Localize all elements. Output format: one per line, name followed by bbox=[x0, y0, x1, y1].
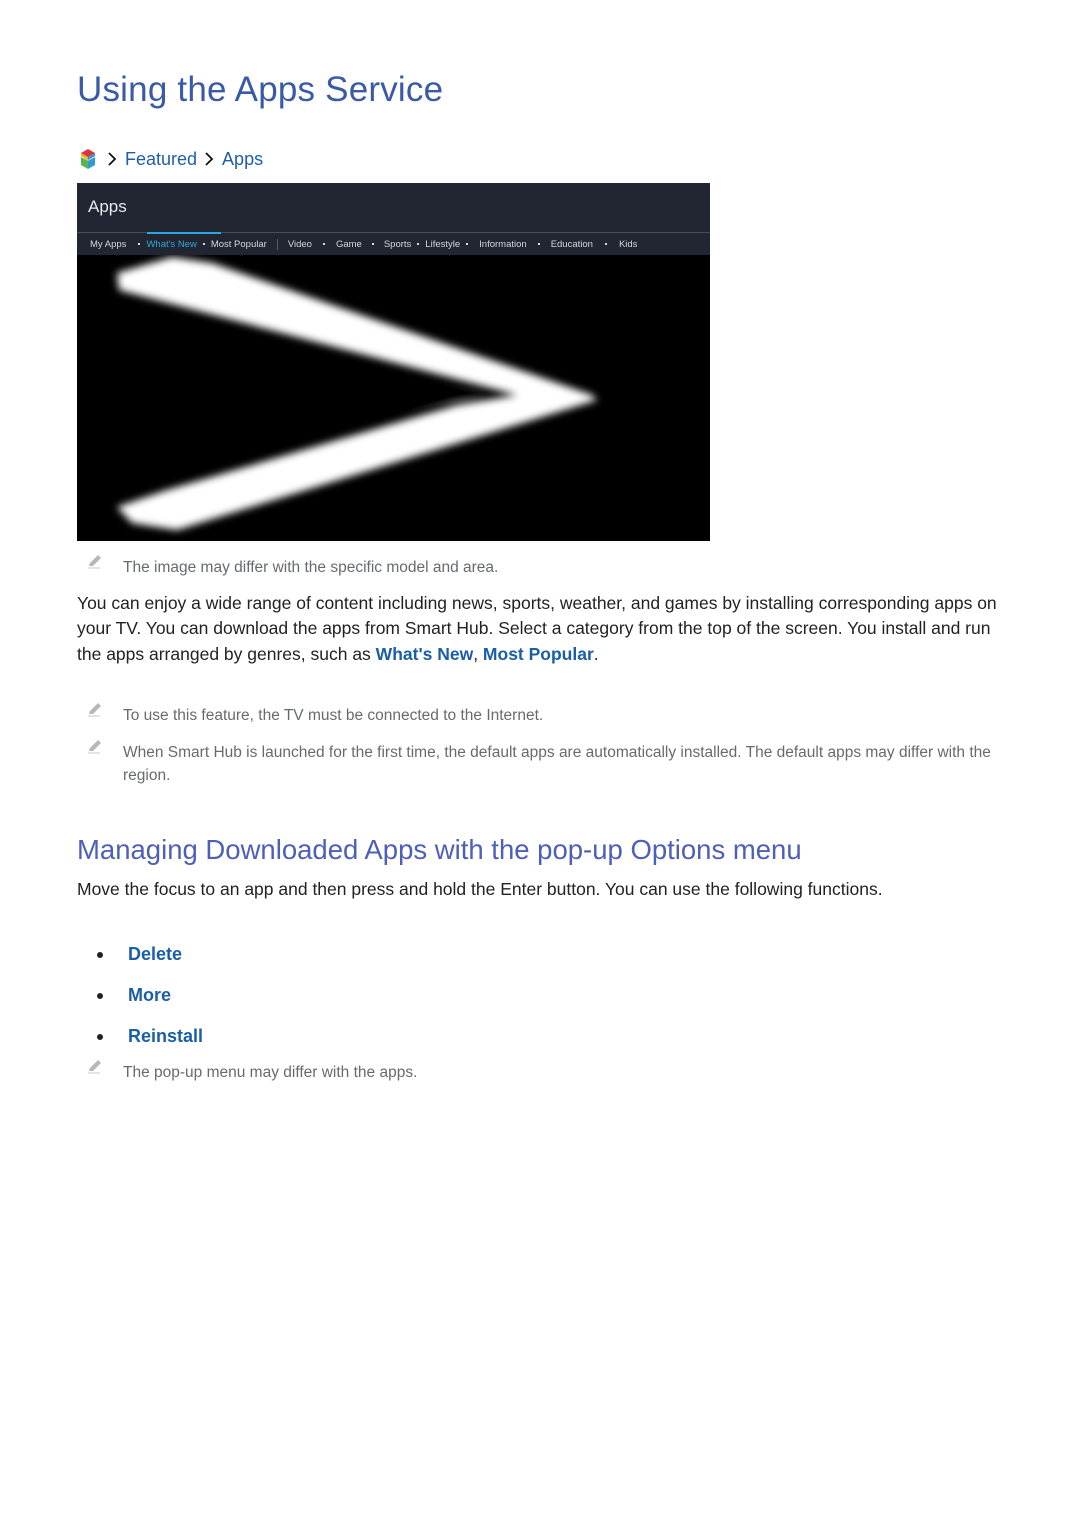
tv-header-title: Apps bbox=[88, 197, 127, 216]
link-most-popular[interactable]: Most Popular bbox=[483, 644, 594, 664]
breadcrumb: Featured Apps bbox=[79, 146, 263, 172]
pencil-note-icon bbox=[88, 740, 101, 754]
list-item: More bbox=[97, 975, 203, 1016]
page-title: Using the Apps Service bbox=[77, 70, 444, 109]
tab-whats-new[interactable]: What's New bbox=[146, 239, 196, 250]
section-heading: Managing Downloaded Apps with the pop-up… bbox=[77, 834, 802, 865]
chevron-right-icon bbox=[108, 152, 117, 166]
tab-my-apps[interactable]: My Apps bbox=[90, 239, 126, 250]
note-text: The image may differ with the specific m… bbox=[123, 559, 499, 576]
note-text: To use this feature, the TV must be conn… bbox=[123, 707, 544, 724]
tab-video[interactable]: Video bbox=[288, 239, 312, 250]
tab-sports[interactable]: Sports bbox=[384, 239, 411, 250]
pixelated-chevron-right-icon bbox=[77, 255, 710, 541]
separator-dot bbox=[322, 243, 325, 245]
list-item: Reinstall bbox=[97, 1016, 203, 1057]
tv-header: Apps bbox=[77, 183, 710, 233]
active-tab-indicator bbox=[147, 232, 221, 234]
note-text: When Smart Hub is launched for the first… bbox=[123, 744, 991, 784]
tab-education[interactable]: Education bbox=[551, 239, 593, 250]
note: To use this feature, the TV must be conn… bbox=[86, 703, 543, 724]
tab-game[interactable]: Game bbox=[336, 239, 362, 250]
pencil-note-icon bbox=[88, 1060, 101, 1074]
tv-screenshot: Apps My Apps What's New Most Popular Vid… bbox=[77, 183, 710, 541]
separator-dot bbox=[371, 243, 374, 245]
breadcrumb-apps[interactable]: Apps bbox=[222, 149, 263, 170]
link-whats-new[interactable]: What's New bbox=[376, 644, 474, 664]
option-more[interactable]: More bbox=[128, 985, 171, 1006]
note: The pop-up menu may differ with the apps… bbox=[86, 1060, 417, 1081]
bullet bbox=[97, 951, 103, 958]
smart-hub-icon[interactable] bbox=[79, 148, 97, 170]
list-item: Delete bbox=[97, 934, 203, 975]
note-text: The pop-up menu may differ with the apps… bbox=[123, 1064, 418, 1081]
section-body: Move the focus to an app and then press … bbox=[77, 879, 883, 899]
option-delete[interactable]: Delete bbox=[128, 944, 182, 965]
separator-dot bbox=[417, 243, 420, 245]
options-list: Delete More Reinstall bbox=[97, 934, 203, 1057]
intro-text: . bbox=[593, 643, 599, 664]
note: When Smart Hub is launched for the first… bbox=[86, 740, 991, 784]
intro-paragraph: You can enjoy a wide range of content in… bbox=[77, 591, 1017, 667]
tab-kids[interactable]: Kids bbox=[619, 239, 637, 250]
note: The image may differ with the specific m… bbox=[86, 555, 498, 576]
bullet bbox=[97, 992, 103, 999]
option-reinstall[interactable]: Reinstall bbox=[128, 1026, 203, 1047]
separator-bar bbox=[276, 238, 278, 250]
tv-category-tabs: My Apps What's New Most Popular Video Ga… bbox=[77, 232, 710, 255]
chevron-right-icon bbox=[205, 152, 214, 166]
separator-dot bbox=[202, 243, 205, 245]
tab-lifestyle[interactable]: Lifestyle bbox=[425, 239, 460, 250]
separator-dot bbox=[537, 243, 540, 245]
tab-information[interactable]: Information bbox=[479, 239, 527, 250]
pencil-note-icon bbox=[88, 555, 101, 569]
tab-most-popular[interactable]: Most Popular bbox=[211, 239, 267, 250]
intro-text: , bbox=[473, 643, 483, 664]
pencil-note-icon bbox=[88, 703, 101, 717]
separator-dot bbox=[138, 243, 141, 245]
separator-dot bbox=[466, 243, 469, 245]
separator-dot bbox=[604, 243, 607, 245]
breadcrumb-featured[interactable]: Featured bbox=[125, 149, 197, 170]
bullet bbox=[97, 1033, 103, 1040]
